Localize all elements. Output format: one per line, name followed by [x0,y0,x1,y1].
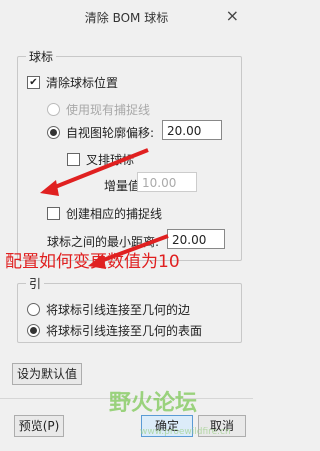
create-snap-lines-row[interactable]: 创建相应的捕捉线 [47,205,162,222]
offset-outline-radio[interactable] [47,126,60,139]
clear-balloon-pos-label: 清除球标位置 [46,76,119,90]
set-default-button[interactable]: 设为默认值 [12,363,82,385]
create-snap-lines-label: 创建相应的捕捉线 [66,207,163,221]
watermark-url: www.proewildfire.cn [140,427,231,437]
leader-to-edge-radio[interactable] [27,303,40,316]
close-icon[interactable]: × [226,6,239,25]
use-existing-snap-radio[interactable] [47,103,60,116]
stagger-row[interactable]: 叉排球标 [67,151,134,168]
stagger-label: 叉排球标 [86,153,135,167]
stagger-checkbox[interactable] [67,153,80,166]
watermark-logo: 野火论坛 [109,391,198,416]
offset-outline-row[interactable]: 自视图轮廓偏移: [47,124,154,141]
use-existing-snap-row[interactable]: 使用现有捕捉线 [47,101,150,118]
leader-group-title: 引 [26,275,45,292]
leader-to-surface-row[interactable]: 将球标引线连接至几何的表面 [27,322,202,339]
clear-balloon-pos-row[interactable]: ✔ 清除球标位置 [27,74,118,91]
offset-outline-label: 自视图轮廓偏移: [66,126,155,140]
create-snap-lines-checkbox[interactable] [47,207,60,220]
use-existing-snap-label: 使用现有捕捉线 [66,103,151,117]
clear-balloon-pos-checkbox[interactable]: ✔ [27,76,40,89]
title-bar: 清除 BOM 球标 × [0,0,253,32]
leader-to-edge-row[interactable]: 将球标引线连接至几何的边 [27,301,190,318]
balloon-group-title: 球标 [26,48,57,65]
increment-input[interactable]: 10.00 [137,172,197,192]
leader-to-edge-label: 将球标引线连接至几何的边 [46,303,191,317]
offset-outline-input[interactable]: 20.00 [162,120,222,140]
preview-button[interactable]: 预览(P) [14,415,64,437]
leader-to-surface-label: 将球标引线连接至几何的表面 [46,324,203,338]
dialog-title: 清除 BOM 球标 [84,11,169,25]
min-distance-input[interactable]: 20.00 [167,229,225,249]
annotation-text: 配置如何变更数值为10 [5,252,180,272]
leader-to-surface-radio[interactable] [27,324,40,337]
